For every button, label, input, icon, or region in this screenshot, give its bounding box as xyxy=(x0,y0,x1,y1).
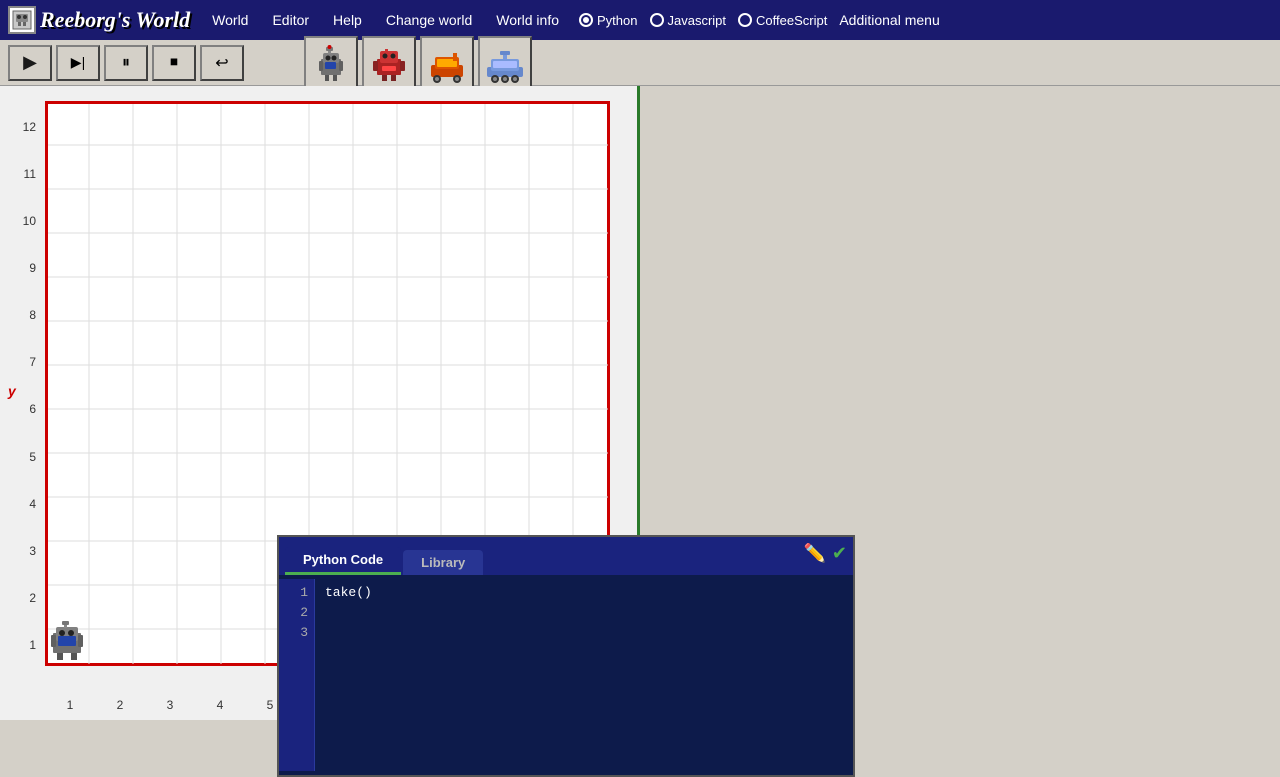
line-num-2: 2 xyxy=(300,603,308,623)
lang-js-option[interactable]: Javascript xyxy=(650,13,727,28)
toolbar: ▶ ▶| ⏸ ⏹ ↩ xyxy=(0,40,1280,86)
x-axis-labels: 1 2 3 4 5 xyxy=(45,698,295,712)
robot-btn-4[interactable] xyxy=(478,36,532,90)
edit-icon[interactable]: ✏️ xyxy=(803,543,825,564)
code-line-1: take() xyxy=(325,583,843,603)
logo-area: Reeborg's World xyxy=(8,6,190,34)
y-label-1: 1 xyxy=(0,623,42,667)
robot-btn-1[interactable] xyxy=(304,36,358,90)
x-label-1: 1 xyxy=(48,698,92,712)
check-icon[interactable]: ✔ xyxy=(832,543,847,564)
robot-btn-3[interactable] xyxy=(420,36,474,90)
x-label-2: 2 xyxy=(98,698,142,712)
y-label-3: 3 xyxy=(0,529,42,573)
y-label-9: 9 xyxy=(0,246,42,290)
tab-python-code[interactable]: Python Code xyxy=(285,547,401,575)
line-num-3: 3 xyxy=(300,623,308,643)
js-label: Javascript xyxy=(668,13,727,28)
y-axis-letter: y xyxy=(8,383,16,399)
play-button[interactable]: ▶ xyxy=(8,45,52,81)
nav-menu: World Editor Help Change world World inf… xyxy=(200,0,571,40)
nav-world[interactable]: World xyxy=(200,0,260,40)
line-num-1: 1 xyxy=(300,583,308,603)
x-label-3: 3 xyxy=(148,698,192,712)
coffee-radio[interactable] xyxy=(738,13,752,27)
nav-world-info[interactable]: World info xyxy=(484,0,571,40)
y-label-4: 4 xyxy=(0,482,42,526)
line-numbers: 1 2 3 xyxy=(279,579,315,771)
robot-btn-2[interactable] xyxy=(362,36,416,90)
stop-button[interactable]: ⏹ xyxy=(152,45,196,81)
tab-library[interactable]: Library xyxy=(403,550,483,575)
code-content[interactable]: take() xyxy=(315,579,853,771)
step-button[interactable]: ▶| xyxy=(56,45,100,81)
logo-text: Reeborg's World xyxy=(40,7,190,33)
code-line-3 xyxy=(325,623,843,643)
topbar: Reeborg's World World Editor Help Change… xyxy=(0,0,1280,40)
nav-editor[interactable]: Editor xyxy=(260,0,321,40)
js-radio[interactable] xyxy=(650,13,664,27)
code-body: 1 2 3 take() xyxy=(279,575,853,775)
nav-additional-menu[interactable]: Additional menu xyxy=(827,0,951,40)
y-label-7: 7 xyxy=(0,340,42,384)
lang-coffee-option[interactable]: CoffeeScript xyxy=(738,13,827,28)
y-label-6: 6 xyxy=(0,387,42,431)
y-label-11: 11 xyxy=(0,152,42,196)
pause-button[interactable]: ⏸ xyxy=(104,45,148,81)
back-button[interactable]: ↩ xyxy=(200,45,244,81)
x-label-4: 4 xyxy=(198,698,242,712)
nav-help[interactable]: Help xyxy=(321,0,374,40)
y-label-12: 12 xyxy=(0,105,42,149)
python-label: Python xyxy=(597,13,637,28)
y-label-10: 10 xyxy=(0,199,42,243)
nav-change-world[interactable]: Change world xyxy=(374,0,484,40)
lang-python-option[interactable]: Python xyxy=(579,13,637,28)
y-label-5: 5 xyxy=(0,435,42,479)
coffee-label: CoffeeScript xyxy=(756,13,827,28)
main-area: 1 2 3 4 5 6 7 8 9 10 11 12 y xyxy=(0,86,1280,720)
code-tabs-bar: Python Code Library ✏️ ✔ xyxy=(279,537,853,575)
y-axis-labels: 1 2 3 4 5 6 7 8 9 10 11 12 xyxy=(0,101,42,671)
lang-options: Python Javascript CoffeeScript xyxy=(579,13,827,28)
code-editor-panel: Python Code Library ✏️ ✔ 1 2 3 take() xyxy=(277,535,855,777)
y-label-8: 8 xyxy=(0,293,42,337)
logo-icon xyxy=(8,6,36,34)
code-line-2 xyxy=(325,603,843,623)
y-label-2: 2 xyxy=(0,576,42,620)
python-radio[interactable] xyxy=(579,13,593,27)
